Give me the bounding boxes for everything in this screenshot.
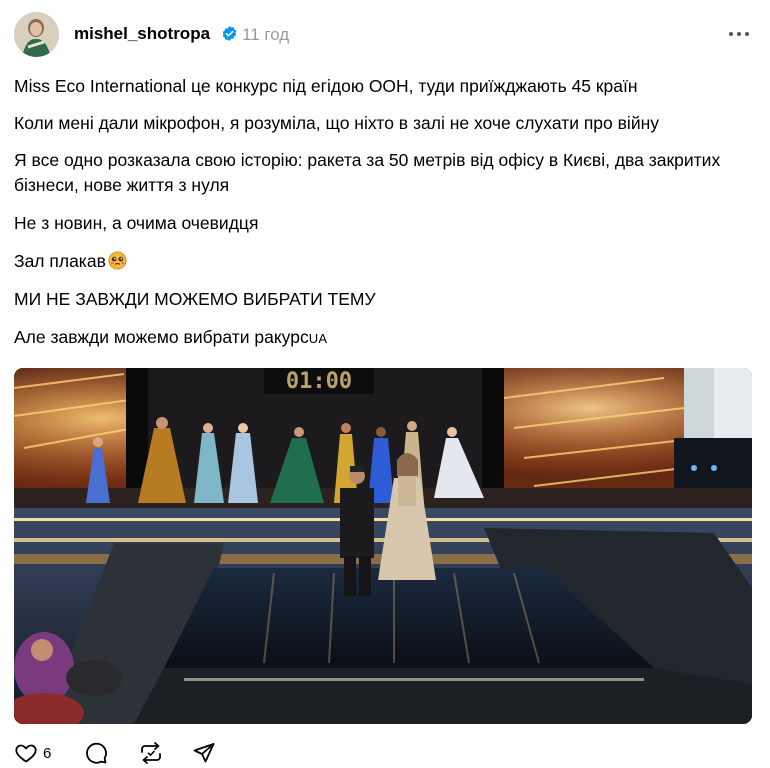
more-options-icon[interactable] [726, 22, 752, 46]
post-line-1: Miss Eco International це конкурс під ег… [14, 76, 638, 96]
repost-button[interactable] [138, 740, 164, 766]
post-line-5: Зал плакав [14, 251, 106, 271]
post-actions: 6 [14, 740, 314, 766]
heart-icon [14, 741, 38, 765]
comment-button[interactable] [84, 740, 108, 766]
like-button[interactable]: 6 [14, 740, 51, 766]
countdown-display: 01:00 [286, 369, 352, 394]
post-header: mishel_shotropa 11 год [14, 12, 756, 58]
post-line-6: МИ НЕ ЗАВЖДИ МОЖЕМО ВИБРАТИ ТЕМУ [14, 289, 376, 309]
post-line-7-wrap: Але завжди можемо вибрати ракурсUA [14, 325, 754, 351]
post-image[interactable]: 01:00 [14, 368, 752, 724]
comment-icon [84, 741, 108, 765]
post-body: Miss Eco International це конкурс під ег… [14, 74, 754, 364]
username-link[interactable]: mishel_shotropa [74, 24, 210, 44]
post-line-5-wrap: Зал плакав [14, 249, 754, 274]
post-timestamp: 11 год [242, 25, 290, 44]
post-line-4: Не з новин, а очима очевидця [14, 213, 259, 233]
share-button[interactable] [192, 740, 216, 766]
avatar[interactable] [14, 12, 59, 57]
post-line-2: Коли мені дали мікрофон, я розуміла, що … [14, 113, 660, 133]
post-line-3: Я все одно розказала свою історію: ракет… [14, 150, 721, 195]
verified-badge-icon [221, 25, 238, 42]
hashtag-link[interactable]: UA [309, 331, 328, 346]
like-count: 6 [43, 744, 52, 762]
post-line-7: Але завжди можемо вибрати ракурс [14, 327, 309, 347]
pleading-face-emoji-icon [108, 251, 127, 270]
share-icon [192, 741, 216, 765]
repost-icon [138, 741, 164, 765]
threads-post: mishel_shotropa 11 год Miss Eco Internat… [0, 0, 770, 768]
